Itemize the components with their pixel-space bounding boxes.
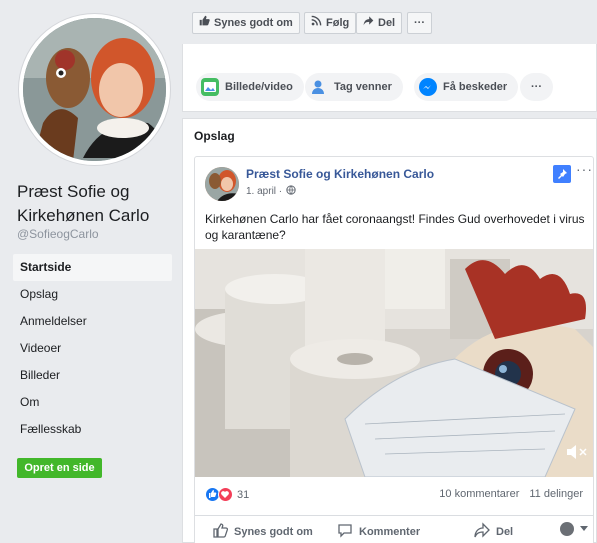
page-handle: @SofieogCarlo: [17, 227, 99, 241]
post-author-avatar[interactable]: [205, 167, 239, 201]
post-meta: 1. april ·: [246, 185, 296, 198]
share-arrow-icon: [474, 522, 490, 541]
tag-friends-label: Tag venner: [334, 81, 392, 93]
more-dots-icon: ···: [531, 81, 542, 93]
rss-icon: [311, 12, 322, 34]
engagement-counts: 10 kommentarer 11 delinger: [439, 488, 583, 500]
share-label: Del: [496, 525, 514, 538]
reaction-count: 31: [237, 488, 250, 501]
create-page-button[interactable]: Opret en side: [17, 458, 102, 478]
post-options-button[interactable]: ···: [576, 161, 593, 177]
sidebar-item-startside[interactable]: Startside: [13, 254, 172, 281]
more-options-button[interactable]: ···: [407, 12, 432, 34]
audience-selector[interactable]: [560, 522, 588, 536]
shares-count[interactable]: 11 delinger: [529, 488, 583, 500]
thumbs-up-icon: [199, 12, 210, 34]
comment-button[interactable]: Kommenter: [337, 522, 420, 541]
comment-icon: [337, 522, 353, 541]
sidebar-item-anmeldelser[interactable]: Anmeldelser: [13, 308, 172, 335]
photo-icon: [201, 78, 219, 96]
profile-picture[interactable]: [19, 14, 170, 165]
post-video[interactable]: [195, 249, 593, 477]
love-reaction-icon: [218, 487, 233, 502]
share-page-button[interactable]: Del: [356, 12, 403, 34]
comment-label: Kommenter: [359, 525, 421, 538]
more-icon: ···: [414, 17, 425, 29]
share-button[interactable]: Del: [474, 522, 513, 541]
thumbs-up-icon: [212, 522, 229, 541]
post-composer: Billede/video Tag venner Få beskeder ···: [182, 44, 597, 112]
like-button[interactable]: Synes godt om: [212, 522, 313, 541]
get-messages-label: Få beskeder: [443, 81, 508, 93]
post-card: Præst Sofie og Kirkehønen Carlo 1. april…: [194, 156, 594, 543]
like-page-button[interactable]: Synes godt om: [192, 12, 300, 34]
posts-heading: Opslag: [194, 129, 235, 143]
photo-video-label: Billede/video: [225, 81, 293, 93]
post-author-link[interactable]: Præst Sofie og Kirkehønen Carlo: [246, 167, 434, 181]
follow-label: Følg: [326, 17, 350, 29]
reactions-summary[interactable]: 31: [205, 487, 249, 502]
post-text: Kirkehønen Carlo har fået coronaangst! F…: [205, 212, 585, 242]
get-messages-button[interactable]: Få beskeder: [414, 73, 519, 101]
post-action-row: Synes godt om Kommenter Del: [195, 515, 593, 543]
page-title[interactable]: Præst Sofie og Kirkehønen Carlo: [17, 180, 177, 228]
tag-friends-button[interactable]: Tag venner: [305, 73, 403, 101]
tag-friends-icon: [310, 78, 328, 96]
like-label: Synes godt om: [234, 525, 313, 538]
follow-button[interactable]: Følg: [304, 12, 357, 34]
sidebar-item-om[interactable]: Om: [13, 389, 172, 416]
share-page-label: Del: [378, 17, 396, 29]
messenger-icon: [419, 78, 437, 96]
page-sidebar: Præst Sofie og Kirkehønen Carlo @Sofieog…: [0, 0, 180, 543]
globe-icon: [286, 185, 296, 198]
photo-video-button[interactable]: Billede/video: [196, 73, 304, 101]
comments-count[interactable]: 10 kommentarer: [439, 488, 519, 500]
sidebar-item-opslag[interactable]: Opslag: [13, 281, 172, 308]
like-page-label: Synes godt om: [214, 17, 293, 29]
share-arrow-icon: [363, 12, 374, 34]
audience-avatar-icon: [560, 522, 574, 536]
sidebar-item-billeder[interactable]: Billeder: [13, 362, 172, 389]
composer-more-button[interactable]: ···: [520, 73, 553, 101]
post-date[interactable]: 1. april ·: [246, 186, 282, 197]
posts-section: Opslag Præst Sofie og Kirkehønen Carlo 1…: [182, 118, 597, 543]
caret-down-icon: [580, 523, 588, 535]
page-action-bar: Synes godt om Følg Del ···: [180, 0, 597, 44]
sidebar-item-faellesskab[interactable]: Fællesskab: [13, 416, 172, 443]
pin-icon: [553, 165, 571, 183]
sidebar-nav: Startside Opslag Anmeldelser Videoer Bil…: [13, 254, 172, 443]
sidebar-item-videoer[interactable]: Videoer: [13, 335, 172, 362]
